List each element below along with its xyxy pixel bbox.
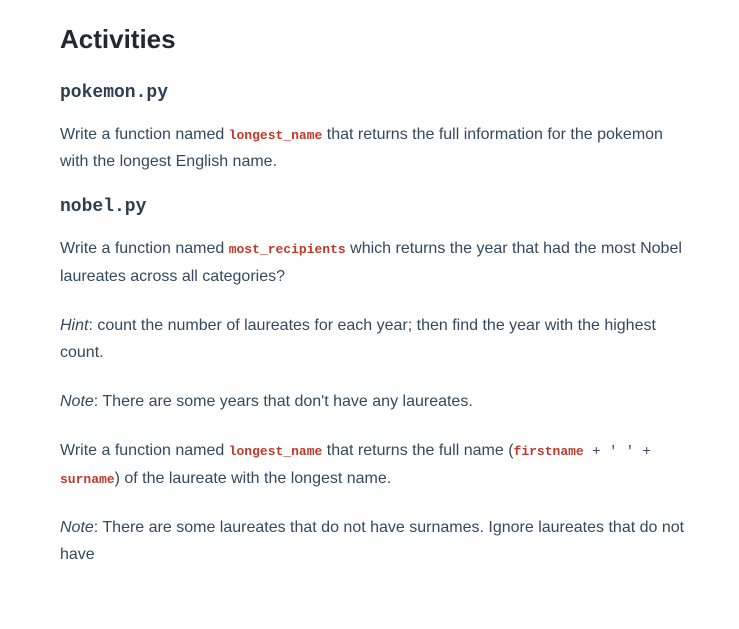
section-heading-pokemon: pokemon.py: [60, 83, 691, 103]
code-longest-name: longest_name: [229, 128, 323, 143]
text: Write a function named: [60, 126, 229, 143]
text: that returns the full name (: [322, 442, 513, 459]
code-longest-name: longest_name: [229, 444, 323, 459]
code-surname: surname: [60, 472, 115, 487]
code-concat: + ' ' +: [584, 444, 651, 460]
code-firstname: firstname: [514, 444, 584, 459]
text: ) of the laureate with the longest name.: [115, 470, 392, 487]
paragraph: Write a function named longest_name that…: [60, 437, 691, 492]
paragraph: Write a function named most_recipients w…: [60, 235, 691, 289]
document-page: Activities pokemon.py Write a function n…: [0, 0, 739, 607]
text: Write a function named: [60, 240, 229, 257]
paragraph-note: Note: There are some years that don't ha…: [60, 388, 691, 415]
paragraph: Write a function named longest_name that…: [60, 121, 691, 175]
code-most-recipients: most_recipients: [229, 242, 346, 257]
paragraph-note: Note: There are some laureates that do n…: [60, 514, 691, 568]
section-heading-nobel: nobel.py: [60, 197, 691, 217]
note-label: Note: [60, 393, 94, 410]
page-title: Activities: [60, 24, 691, 55]
text: : There are some years that don't have a…: [94, 393, 473, 410]
hint-label: Hint: [60, 317, 88, 334]
paragraph-hint: Hint: count the number of laureates for …: [60, 312, 691, 366]
text: : count the number of laureates for each…: [60, 317, 656, 361]
note-label: Note: [60, 519, 94, 536]
text: Write a function named: [60, 442, 229, 459]
text: : There are some laureates that do not h…: [60, 519, 684, 563]
